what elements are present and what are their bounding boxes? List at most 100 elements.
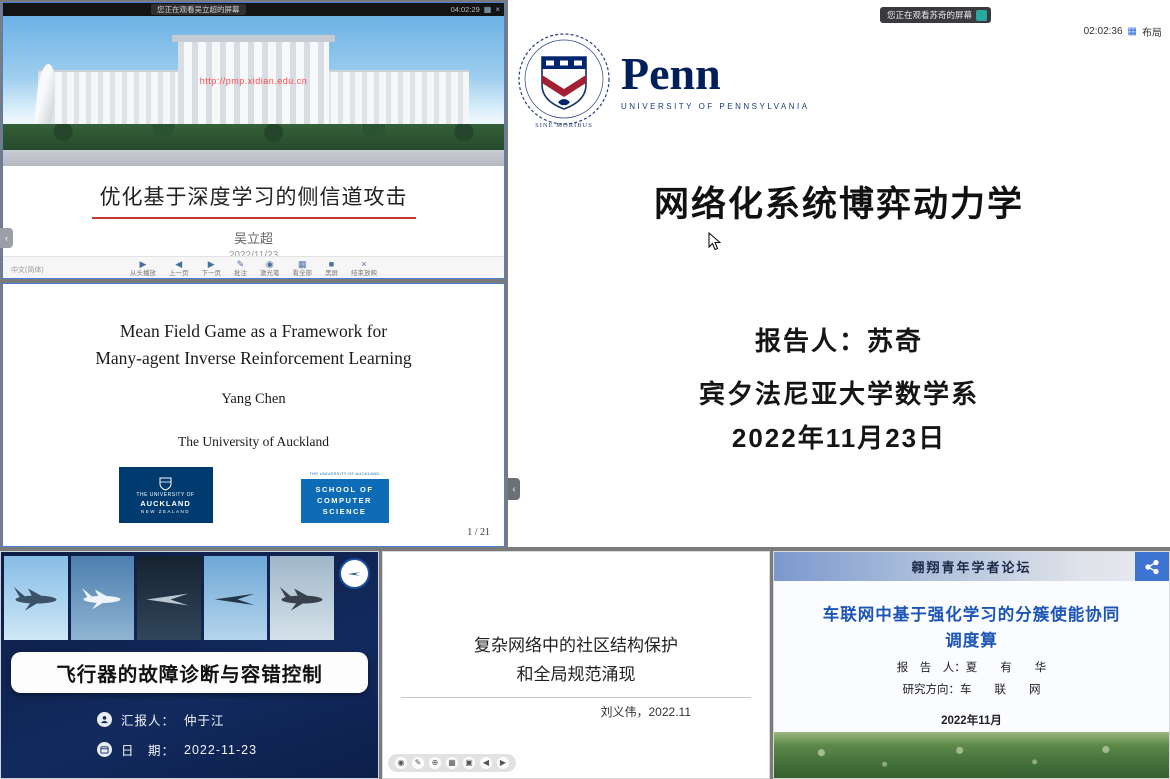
laser-icon: ◉ bbox=[266, 260, 274, 269]
share-button[interactable] bbox=[1135, 552, 1169, 581]
grid-icon: ▦ bbox=[298, 260, 307, 269]
mouse-cursor bbox=[708, 232, 721, 251]
end-show-button[interactable]: × 结束放映 bbox=[351, 260, 377, 278]
field-label: 研究方向： bbox=[903, 684, 961, 696]
sidebar-collapse-tab[interactable]: ‹ bbox=[0, 228, 13, 248]
next-icon[interactable]: ▶ bbox=[497, 757, 509, 769]
topbar-controls: 04:02:29 ▦ × bbox=[451, 4, 500, 15]
play-from-start-button[interactable]: ▶ 从头播放 bbox=[130, 260, 156, 278]
forum-header: 翱翔青年学者论坛 bbox=[774, 552, 1169, 581]
slide-meta: 报 告 人：夏 有 华 研究方向：车 联 网 bbox=[774, 658, 1169, 702]
slide-title: 网络化系统博弈动力学 bbox=[508, 176, 1170, 227]
speaker-name: 夏 有 华 bbox=[966, 662, 1047, 674]
slide-presenter: 吴立超 bbox=[3, 228, 504, 247]
slide-title-banner: 飞行器的故障诊断与容错控制 bbox=[11, 652, 368, 693]
fighter-jet-icon bbox=[211, 581, 261, 615]
end-icon: × bbox=[361, 260, 366, 269]
slide-date: 2022年11月23日 bbox=[508, 418, 1170, 455]
penn-wordmark: Penn bbox=[621, 51, 810, 97]
black-screen-button[interactable]: ■ 黑屏 bbox=[325, 260, 338, 278]
scs-logo-header: THE UNIVERSITY OF AUCKLAND bbox=[301, 467, 389, 479]
presentation-toolbar: ◉ ✎ ⊕ ▦ ▣ ◀ ▶ bbox=[388, 754, 516, 772]
screen-share-tile-xiayouhua[interactable]: 翱翔青年学者论坛 车联网中基于强化学习的分簇使能协同 调度算 报 告 人：夏 有… bbox=[773, 551, 1170, 779]
penn-wordmark-block: Penn UNIVERSITY OF PENNSYLVANIA bbox=[621, 51, 810, 111]
layout-button-label[interactable]: 布局 bbox=[1142, 24, 1162, 39]
scs-text-1: SCHOOL OF bbox=[316, 485, 374, 496]
exit-fullscreen-icon[interactable]: × bbox=[495, 6, 500, 14]
tool-label: 从头播放 bbox=[130, 271, 156, 278]
overview-button[interactable]: ▦ 看全部 bbox=[293, 260, 313, 278]
aircraft-photo-3 bbox=[137, 556, 201, 640]
prev-icon[interactable]: ◀ bbox=[480, 757, 492, 769]
slide-title: 优化基于深度学习的侧信道攻击 bbox=[92, 181, 416, 219]
annotate-button[interactable]: ✎ 批注 bbox=[234, 260, 247, 278]
title-line-2: Many-agent Inverse Reinforcement Learnin… bbox=[3, 345, 504, 372]
airplane-icon bbox=[77, 581, 127, 615]
person-icon bbox=[97, 712, 112, 727]
prev-page-button[interactable]: ◀ 上一页 bbox=[169, 260, 189, 278]
airplane-icon bbox=[8, 579, 64, 617]
title-line-2: 调度算 bbox=[774, 628, 1169, 654]
field-value: 车 联 网 bbox=[960, 684, 1041, 696]
slide-author-date: 刘义伟，2022.11 bbox=[601, 703, 692, 720]
next-icon: ▶ bbox=[208, 260, 215, 269]
panel-collapse-tab[interactable]: ‹ bbox=[508, 478, 520, 500]
grid-icon[interactable]: ▦ bbox=[446, 757, 458, 769]
uoa-crest-icon bbox=[159, 477, 172, 491]
uoa-text-2: AUCKLAND bbox=[140, 499, 191, 508]
topbar-controls: 02:02:36 ▦ 布局 bbox=[1084, 24, 1162, 39]
slide-sidechannel: http://pmp.xidian.edu.cn 优化基于深度学习的侧信道攻击 … bbox=[3, 16, 504, 256]
date-value: 2022-11-23 bbox=[184, 743, 257, 757]
emblem-plane-icon bbox=[347, 566, 362, 581]
speaker-label: 报 告 人： bbox=[897, 662, 966, 674]
title-line-1: 复杂网络中的社区结构保护 bbox=[383, 632, 769, 661]
watching-banner: 您正在观看吴立超的屏幕 bbox=[151, 4, 246, 15]
trees bbox=[3, 124, 504, 150]
slide-author: Yang Chen bbox=[3, 391, 504, 408]
calendar-icon bbox=[97, 742, 112, 757]
campus-building-photo: http://pmp.xidian.edu.cn bbox=[3, 16, 504, 166]
ground bbox=[3, 150, 504, 166]
url-watermark: http://pmp.xidian.edu.cn bbox=[3, 76, 504, 86]
tool-label: 黑屏 bbox=[325, 271, 338, 278]
slide-meta: 汇报人： 仲于江 日 期： 2022-11-23 bbox=[97, 710, 257, 759]
penn-logo: SINE MORIBUS Penn UNIVERSITY OF PENNSYLV… bbox=[515, 28, 810, 134]
slide-title: 复杂网络中的社区结构保护 和全局规范涌现 bbox=[383, 632, 769, 690]
scs-text-3: SCIENCE bbox=[323, 507, 367, 518]
university-emblem-icon bbox=[339, 558, 370, 589]
watching-banner-text: 您正在观看吴立超的屏幕 bbox=[157, 4, 240, 15]
language-status: 中文(简体) bbox=[11, 265, 44, 275]
field-row: 研究方向：车 联 网 bbox=[774, 680, 1169, 702]
screen-share-tile-yangchen[interactable]: Mean Field Game as a Framework for Many-… bbox=[2, 283, 505, 547]
presenter-row: 汇报人： 仲于江 bbox=[97, 710, 257, 729]
zoom-icon[interactable]: ⊕ bbox=[429, 757, 441, 769]
slide-date: 2022年11月 bbox=[774, 712, 1169, 728]
screen-share-main-suqi[interactable]: 您正在观看苏奇的屏幕 02:02:36 ▦ 布局 SINE MORIBUS bbox=[508, 0, 1170, 547]
scs-logo-body: SCHOOL OF COMPUTER SCIENCE bbox=[301, 479, 389, 523]
slide-affiliation: 宾夕法尼亚大学数学系 bbox=[508, 374, 1170, 411]
screen-icon[interactable]: ▣ bbox=[463, 757, 475, 769]
aircraft-photo-strip bbox=[4, 556, 334, 640]
tool-label: 激光笔 bbox=[260, 271, 280, 278]
university-of-auckland-logo: THE UNIVERSITY OF AUCKLAND NEW ZEALAND bbox=[119, 467, 213, 523]
layout-grid-icon[interactable]: ▦ bbox=[484, 6, 492, 14]
campus-aerial-photo bbox=[774, 732, 1169, 778]
blackscreen-icon: ■ bbox=[329, 260, 334, 269]
next-page-button[interactable]: ▶ 下一页 bbox=[202, 260, 222, 278]
laser-pointer-button[interactable]: ◉ 激光笔 bbox=[260, 260, 280, 278]
presenter-label: 汇报人： bbox=[121, 710, 175, 729]
layout-grid-icon[interactable]: ▦ bbox=[1128, 27, 1137, 37]
watching-banner-text: 您正在观看苏奇的屏幕 bbox=[887, 9, 972, 21]
screen-share-tile-liuyiwei[interactable]: 复杂网络中的社区结构保护 和全局规范涌现 刘义伟，2022.11 ◉ ✎ ⊕ ▦… bbox=[382, 551, 770, 779]
tool-label: 批注 bbox=[234, 271, 247, 278]
penn-university-text: UNIVERSITY OF PENNSYLVANIA bbox=[621, 102, 810, 111]
banner-badge-icon[interactable] bbox=[976, 10, 987, 21]
screen-share-tile-wulichao[interactable]: 您正在观看吴立超的屏幕 04:02:29 ▦ × http://pmp.xidi… bbox=[2, 2, 505, 279]
airplane-icon bbox=[274, 579, 330, 617]
meeting-timer: 04:02:29 bbox=[451, 5, 480, 14]
tool-label: 上一页 bbox=[169, 271, 189, 278]
pen-icon[interactable]: ✎ bbox=[412, 757, 424, 769]
aircraft-photo-5 bbox=[270, 556, 334, 640]
laser-icon[interactable]: ◉ bbox=[395, 757, 407, 769]
screen-share-tile-zhongyujiang[interactable]: 飞行器的故障诊断与容错控制 汇报人： 仲于江 日 期： 2022-11-23 bbox=[0, 551, 379, 779]
